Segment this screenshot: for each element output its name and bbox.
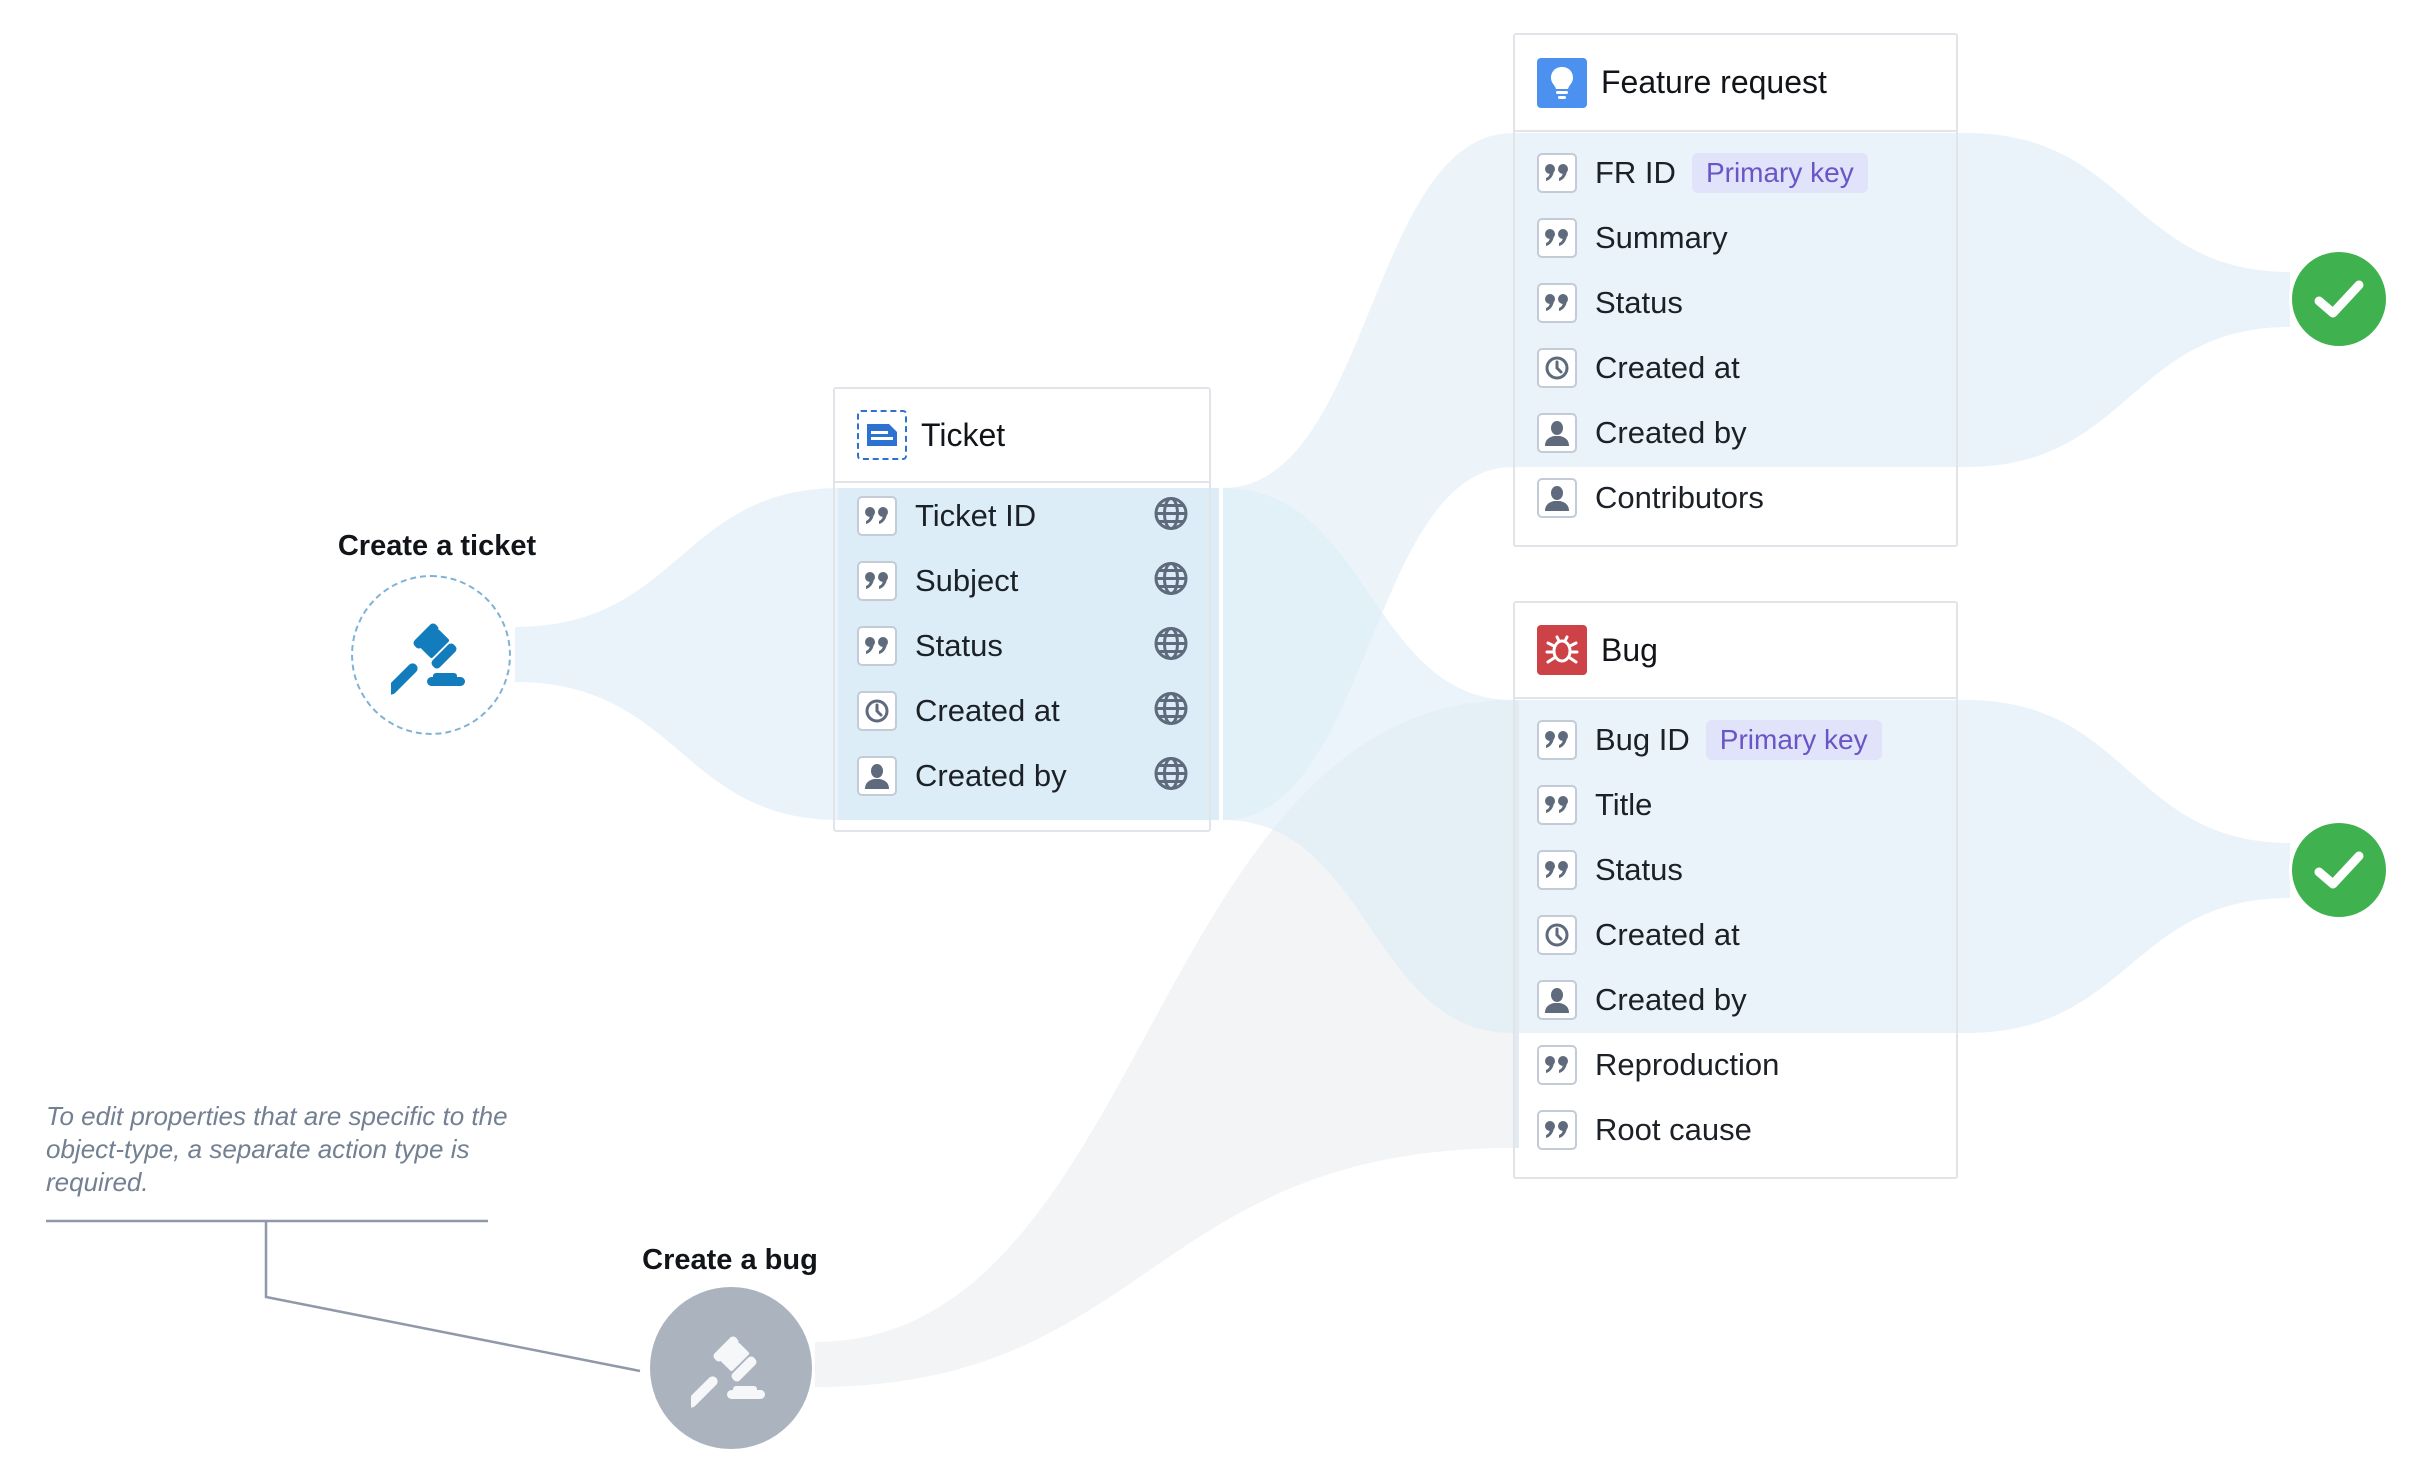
property-row[interactable]: Created by (1515, 400, 1956, 465)
property-label: Summary (1595, 219, 1728, 255)
bug-card-title: Bug (1601, 631, 1658, 668)
feature-request-card-title: Feature request (1601, 64, 1827, 100)
person-icon (1537, 477, 1577, 518)
note-leader-connector (264, 1221, 641, 1373)
create-ticket-label: Create a ticket (337, 530, 537, 562)
bug-success-check (2289, 820, 2389, 920)
property-row[interactable]: Created by (835, 743, 1209, 808)
property-label: Created at (1595, 916, 1740, 952)
property-row[interactable]: Reproduction (1515, 1032, 1956, 1097)
clock-icon (1537, 914, 1577, 955)
clock-icon (857, 690, 897, 731)
property-label: Created at (915, 692, 1060, 728)
feature-request-card-header: Feature request (1515, 35, 1956, 132)
property-row[interactable]: Summary (1515, 205, 1956, 270)
feature-request-success-check (2289, 249, 2389, 349)
gavel-icon (691, 1336, 765, 1408)
property-row[interactable]: Ticket ID (835, 483, 1209, 548)
flow-feature-request-to-success (1966, 133, 2290, 467)
string-icon (857, 560, 897, 601)
create-ticket-action[interactable] (351, 575, 511, 735)
property-label: Status (915, 627, 1003, 663)
primary-key-badge: Primary key (1705, 719, 1882, 760)
string-icon (1537, 282, 1577, 323)
string-icon (1537, 784, 1577, 825)
property-label: Created by (1595, 981, 1747, 1017)
ticket-card-title: Ticket (921, 416, 1006, 453)
checkmark-icon (2314, 851, 2364, 889)
property-label: Created at (1595, 349, 1740, 385)
property-row[interactable]: Created by (1515, 967, 1956, 1032)
ticket-properties: Ticket ID Subject Status Created at Created … (835, 483, 1209, 808)
property-row[interactable]: Status (1515, 270, 1956, 335)
person-icon (1537, 979, 1577, 1020)
property-row[interactable]: Contributors (1515, 465, 1956, 530)
feature-request-object-card[interactable]: Feature request FR ID Primary key Summary S… (1513, 33, 1958, 547)
string-icon (1537, 1109, 1577, 1150)
string-icon (1537, 849, 1577, 890)
property-row[interactable]: Subject (835, 548, 1209, 613)
property-row[interactable]: Root cause (1515, 1097, 1956, 1162)
clock-icon (1537, 347, 1577, 388)
checkmark-icon (2314, 280, 2364, 318)
property-row[interactable]: Created at (1515, 335, 1956, 400)
flow-bug-to-success (1966, 700, 2290, 1033)
create-bug-action[interactable] (650, 1287, 812, 1449)
flow-create-ticket-to-ticket (515, 488, 840, 820)
primary-key-badge: Primary key (1691, 152, 1868, 193)
person-icon (1537, 412, 1577, 453)
lightbulb-icon (1537, 57, 1587, 108)
annotation-note: To edit properties that are specific to … (46, 1101, 508, 1197)
globe-icon (1153, 495, 1189, 536)
property-row[interactable]: Title (1515, 772, 1956, 837)
property-label: Bug ID (1595, 721, 1690, 757)
property-label: Root cause (1595, 1111, 1752, 1147)
bug-card-header: Bug (1515, 603, 1956, 699)
string-icon (1537, 217, 1577, 258)
property-label: Title (1595, 786, 1653, 822)
string-icon (1537, 152, 1577, 193)
globe-icon (1153, 625, 1189, 666)
bug-icon (1537, 625, 1587, 675)
property-label: FR ID (1595, 154, 1676, 190)
bug-properties: Bug ID Primary key Title Status Created at Cr… (1515, 699, 1956, 1162)
string-icon (857, 495, 897, 536)
property-label: Status (1595, 851, 1683, 887)
globe-icon (1153, 755, 1189, 796)
string-icon (1537, 719, 1577, 760)
create-bug-label: Create a bug (642, 1244, 818, 1276)
property-label: Subject (915, 562, 1019, 598)
bug-object-card[interactable]: Bug Bug ID Primary key Title Status Created … (1513, 601, 1958, 1179)
property-row[interactable]: Status (835, 613, 1209, 678)
feature-request-properties: FR ID Primary key Summary Status Created at C… (1515, 132, 1956, 530)
property-row[interactable]: Bug ID Primary key (1515, 707, 1956, 772)
property-row[interactable]: FR ID Primary key (1515, 140, 1956, 205)
person-icon (857, 755, 897, 796)
property-label: Created by (1595, 414, 1747, 450)
string-icon (1537, 1044, 1577, 1085)
globe-icon (1153, 560, 1189, 601)
property-label: Created by (915, 757, 1067, 793)
string-icon (857, 625, 897, 666)
document-icon (857, 410, 907, 460)
property-label: Contributors (1595, 479, 1764, 515)
gavel-icon (391, 623, 465, 695)
globe-icon (1153, 690, 1189, 731)
property-label: Status (1595, 284, 1683, 320)
ticket-object-card[interactable]: Ticket Ticket ID Subject Status Created at C… (833, 387, 1211, 832)
property-row[interactable]: Created at (835, 678, 1209, 743)
property-label: Ticket ID (915, 497, 1037, 533)
ticket-card-header: Ticket (835, 389, 1209, 483)
property-label: Reproduction (1595, 1046, 1780, 1082)
property-row[interactable]: Status (1515, 837, 1956, 902)
property-row[interactable]: Created at (1515, 902, 1956, 967)
